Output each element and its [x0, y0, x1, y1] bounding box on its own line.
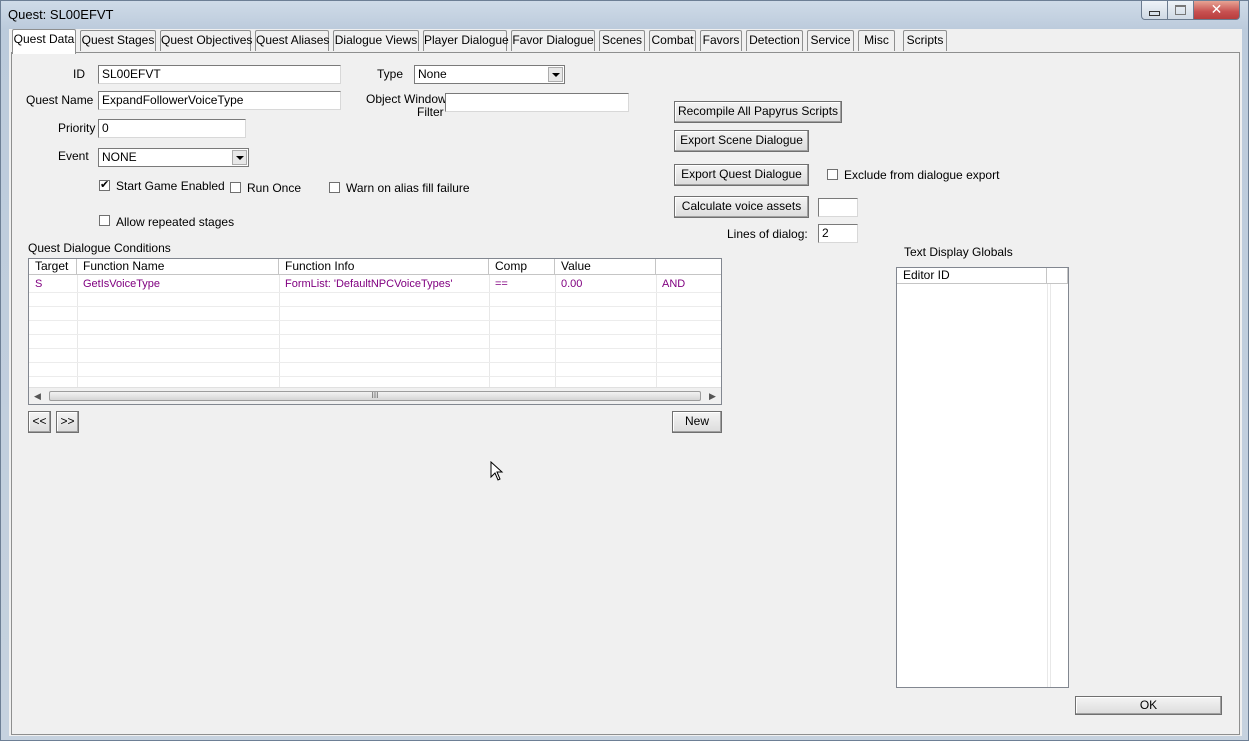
maximize-button[interactable] — [1167, 1, 1194, 20]
scrollbar-thumb[interactable]: III — [49, 391, 701, 401]
run-once-label: Run Once — [247, 181, 302, 195]
close-button[interactable]: ✕ — [1193, 1, 1240, 20]
object-window-filter-label: Object Window — [366, 92, 447, 106]
tab-dialogue-views[interactable]: Dialogue Views — [333, 30, 419, 51]
tab-scripts[interactable]: Scripts — [903, 30, 947, 51]
type-value: None — [418, 67, 447, 81]
tab-combat[interactable]: Combat — [649, 30, 696, 51]
ok-button[interactable]: OK — [1075, 696, 1222, 715]
tab-player-dialogue[interactable]: Player Dialogue — [423, 30, 509, 51]
lines-of-dialog-label: Lines of dialog: — [727, 227, 808, 241]
close-icon: ✕ — [1210, 2, 1223, 18]
next-condition-button[interactable]: >> — [56, 411, 79, 433]
tab-quest-objectives[interactable]: Quest Objectives — [160, 30, 252, 51]
warn-alias-fill-failure-checkbox[interactable] — [329, 182, 340, 193]
minimize-icon — [1149, 10, 1160, 16]
checkmark-icon: ✔ — [100, 178, 110, 191]
exclude-from-export-label: Exclude from dialogue export — [844, 168, 1000, 182]
conditions-title: Quest Dialogue Conditions — [28, 241, 171, 255]
column-header-target[interactable]: Target — [29, 259, 77, 275]
tab-scenes[interactable]: Scenes — [599, 30, 645, 51]
title-bar[interactable]: Quest: SL00EFVT ✕ — [1, 1, 1248, 29]
id-label: ID — [73, 67, 85, 81]
tab-favors[interactable]: Favors — [700, 30, 742, 51]
text-display-globals-title: Text Display Globals — [904, 245, 1013, 259]
event-label: Event — [58, 149, 89, 163]
scroll-left-icon[interactable]: ◀ — [34, 391, 41, 402]
scroll-right-icon[interactable]: ▶ — [709, 391, 716, 402]
new-condition-button[interactable]: New — [672, 411, 722, 433]
tab-quest-stages[interactable]: Quest Stages — [80, 30, 156, 51]
quest-name-label: Quest Name — [26, 93, 94, 107]
object-window-filter-field[interactable] — [445, 93, 629, 112]
tab-quest-data[interactable]: Quest Data — [12, 29, 76, 54]
cell-comp: == — [495, 278, 508, 290]
start-game-enabled-checkbox[interactable]: ✔ — [99, 178, 110, 191]
column-header-blank[interactable] — [1047, 268, 1068, 284]
column-header-function-name[interactable]: Function Name — [77, 259, 279, 275]
column-header-extra[interactable] — [656, 259, 721, 275]
column-header-function-info[interactable]: Function Info — [279, 259, 489, 275]
warn-alias-fill-failure-label: Warn on alias fill failure — [346, 181, 470, 195]
priority-label: Priority — [58, 121, 96, 135]
type-dropdown[interactable]: None — [414, 65, 565, 84]
cell-function-name: GetIsVoiceType — [83, 278, 161, 290]
tab-detection[interactable]: Detection — [746, 30, 803, 51]
id-field[interactable]: SL00EFVT — [98, 65, 341, 84]
minimize-button[interactable] — [1141, 1, 1168, 20]
object-window-filter-label-2: Filter — [417, 105, 444, 119]
chevron-down-icon[interactable] — [548, 67, 563, 82]
quest-name-field[interactable]: ExpandFollowerVoiceType — [98, 91, 341, 110]
export-scene-dialogue-button[interactable]: Export Scene Dialogue — [674, 130, 809, 152]
calculate-voice-assets-button[interactable]: Calculate voice assets — [674, 196, 809, 218]
conditions-horizontal-scrollbar[interactable]: ◀ III ▶ — [29, 387, 721, 404]
quest-data-page: ID SL00EFVT Quest Name ExpandFollowerVoi… — [11, 52, 1240, 735]
window-client: Quest Data Quest Stages Quest Objectives… — [9, 29, 1242, 736]
column-header-value[interactable]: Value — [555, 259, 656, 275]
cell-and-or: AND — [662, 278, 686, 290]
window-title: Quest: SL00EFVT — [8, 7, 114, 22]
tab-quest-aliases[interactable]: Quest Aliases — [255, 30, 329, 51]
quest-window: Quest: SL00EFVT ✕ Quest Data Quest Stage… — [0, 0, 1249, 741]
tab-misc[interactable]: Misc — [858, 30, 895, 51]
allow-repeated-stages-checkbox[interactable] — [99, 215, 110, 226]
chevron-down-icon[interactable] — [232, 150, 247, 165]
type-label: Type — [377, 67, 404, 81]
event-value: NONE — [102, 150, 137, 164]
lines-of-dialog-field: 2 — [818, 224, 858, 243]
priority-field[interactable]: 0 — [98, 119, 246, 138]
previous-condition-button[interactable]: << — [28, 411, 51, 433]
voice-assets-field — [818, 198, 858, 217]
tab-favor-dialogue[interactable]: Favor Dialogue — [511, 30, 595, 51]
mouse-cursor-icon — [490, 461, 504, 481]
cell-target: S — [35, 278, 43, 290]
column-header-comp[interactable]: Comp — [489, 259, 555, 275]
run-once-checkbox[interactable] — [230, 182, 241, 193]
column-header-editor-id[interactable]: Editor ID — [897, 268, 1047, 284]
allow-repeated-stages-label: Allow repeated stages — [116, 215, 235, 229]
start-game-enabled-label: Start Game Enabled — [116, 179, 225, 193]
tab-service[interactable]: Service — [807, 30, 854, 51]
exclude-from-export-checkbox[interactable] — [827, 169, 838, 180]
cell-function-info: FormList: 'DefaultNPCVoiceTypes' — [285, 278, 453, 290]
export-quest-dialogue-button[interactable]: Export Quest Dialogue — [674, 164, 809, 186]
conditions-table[interactable]: Target Function Name Function Info Comp … — [28, 258, 722, 405]
cell-value: 0.00 — [561, 278, 583, 290]
event-dropdown[interactable]: NONE — [98, 148, 249, 167]
maximize-icon — [1175, 5, 1186, 15]
text-display-globals-list[interactable]: Editor ID — [896, 267, 1069, 688]
recompile-scripts-button[interactable]: Recompile All Papyrus Scripts — [674, 101, 842, 123]
